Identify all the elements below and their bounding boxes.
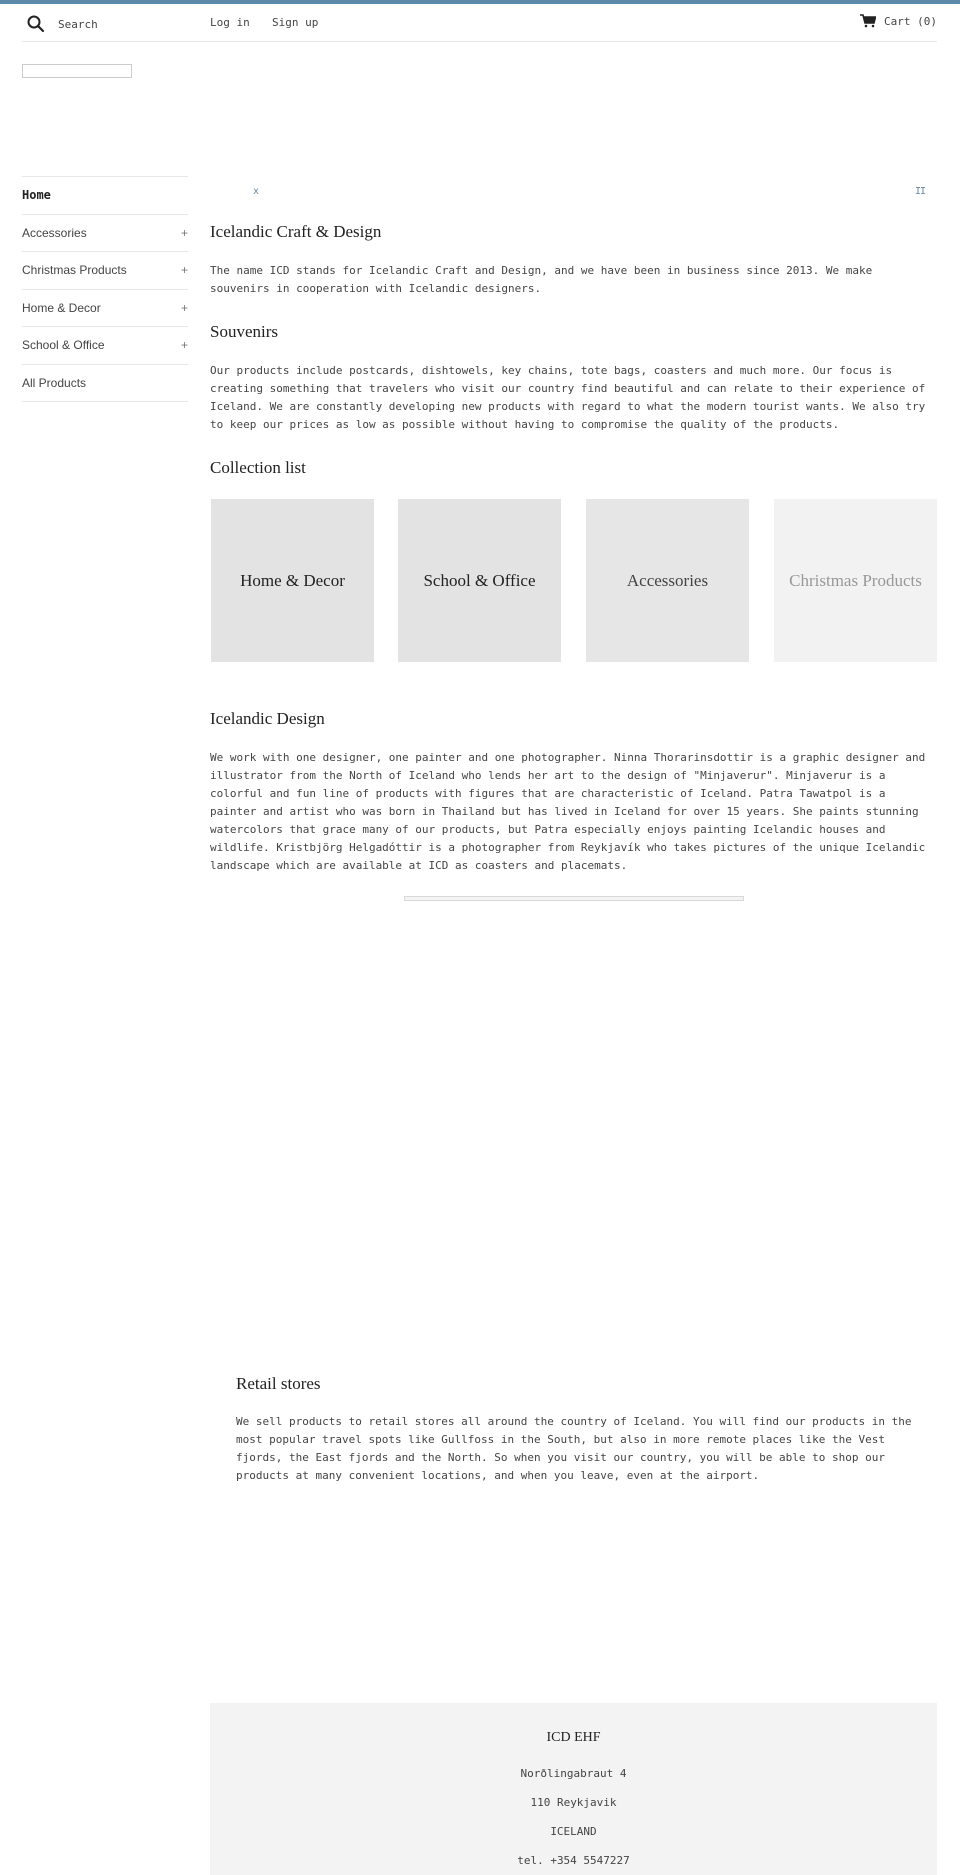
- expand-plus-icon[interactable]: +: [181, 338, 188, 352]
- collection-tile-label: School & Office: [423, 570, 536, 590]
- footer-contact: ICD EHF Norðlingabraut 4 110 Reykjavik I…: [210, 1703, 937, 1875]
- loading-progress-bar: [404, 896, 744, 901]
- retail-text: We sell products to retail stores all ar…: [236, 1415, 912, 1482]
- design-heading: Icelandic Design: [210, 709, 325, 728]
- search-input[interactable]: [58, 13, 208, 35]
- sidebar-item-label: Home: [22, 188, 51, 203]
- site-header: Log in Sign up Cart (0): [22, 4, 937, 42]
- souvenirs-heading: Souvenirs: [210, 322, 278, 341]
- sidebar-item-school-office[interactable]: School & Office +: [22, 327, 188, 365]
- souvenirs-text: Our products include postcards, dishtowe…: [210, 364, 926, 431]
- collection-tile-label: Accessories: [626, 570, 709, 590]
- sidebar-item-home[interactable]: Home: [22, 177, 188, 215]
- sidebar-nav: Home Accessories + Christmas Products + …: [22, 176, 188, 402]
- cart-label: Cart (0): [884, 14, 937, 28]
- expand-plus-icon[interactable]: +: [181, 301, 188, 315]
- search-icon[interactable]: [26, 14, 46, 34]
- slideshow-prev-icon[interactable]: x: [253, 186, 259, 197]
- sidebar-item-christmas-products[interactable]: Christmas Products +: [22, 252, 188, 290]
- footer-address-street: Norðlingabraut 4: [520, 1767, 627, 1780]
- sidebar-item-label: All Products: [22, 375, 87, 390]
- cart-icon: [860, 14, 877, 28]
- collection-tile-home-decor[interactable]: Home & Decor: [211, 499, 374, 662]
- design-text: We work with one designer, one painter a…: [210, 751, 926, 872]
- sidebar-item-accessories[interactable]: Accessories +: [22, 215, 188, 252]
- footer-company-name: ICD EHF: [546, 1730, 601, 1745]
- slideshow-pause-icon[interactable]: II: [915, 186, 926, 197]
- retail-heading: Retail stores: [236, 1374, 321, 1393]
- expand-plus-icon[interactable]: +: [181, 263, 188, 277]
- collection-tile-school-office[interactable]: School & Office: [398, 499, 561, 662]
- footer-phone: tel. +354 5547227: [517, 1854, 630, 1867]
- sidebar-item-label: Accessories: [22, 225, 87, 240]
- footer-address-city: 110 Reykjavik: [530, 1796, 617, 1809]
- collection-grid: Home & Decor School & Office Accessories…: [211, 499, 937, 662]
- sidebar-item-home-decor[interactable]: Home & Decor +: [22, 290, 188, 327]
- sidebar-item-label: Home & Decor: [22, 300, 101, 315]
- sidebar-item-all-products[interactable]: All Products: [22, 365, 188, 402]
- signup-link[interactable]: Sign up: [272, 16, 318, 29]
- collection-tile-label: Home & Decor: [240, 570, 345, 590]
- expand-plus-icon[interactable]: +: [181, 226, 188, 240]
- sidebar-item-label: Christmas Products: [22, 263, 127, 278]
- collection-tile-label: Christmas Products: [789, 570, 922, 590]
- intro-heading: Icelandic Craft & Design: [210, 222, 382, 241]
- logo-placeholder[interactable]: [22, 64, 132, 78]
- sidebar-item-label: School & Office: [22, 338, 105, 353]
- intro-text: The name ICD stands for Icelandic Craft …: [210, 264, 873, 295]
- cart-link[interactable]: Cart (0): [860, 14, 937, 28]
- footer-address-country: ICELAND: [550, 1825, 597, 1838]
- collection-tile-christmas-products[interactable]: Christmas Products: [774, 499, 937, 662]
- collection-tile-accessories[interactable]: Accessories: [586, 499, 749, 662]
- collection-list-heading: Collection list: [210, 458, 306, 477]
- login-link[interactable]: Log in: [210, 16, 250, 29]
